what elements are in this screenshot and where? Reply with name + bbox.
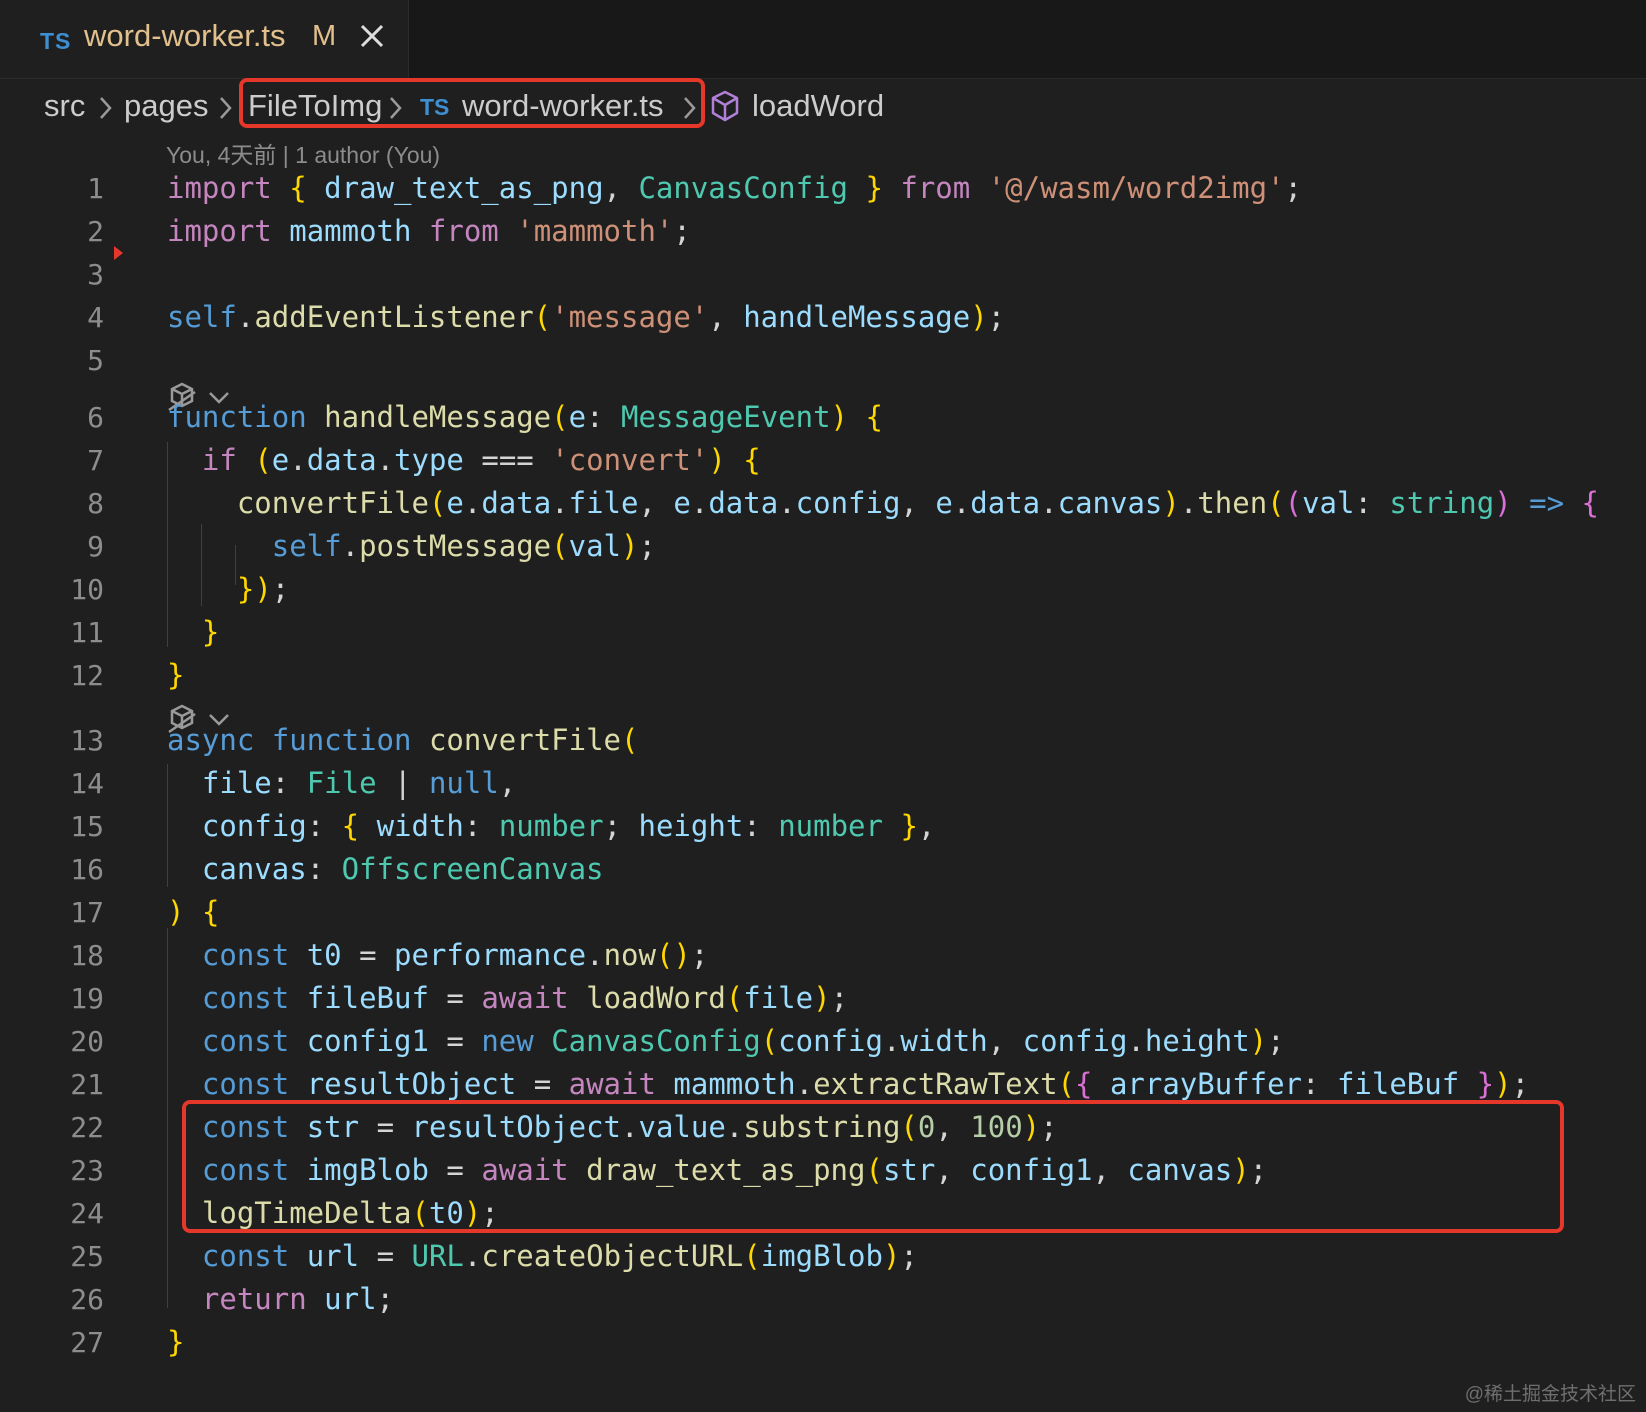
line-number: 7	[87, 444, 104, 477]
code-text[interactable]: if (e.data.type === 'convert') {	[167, 439, 761, 482]
line-number: 3	[87, 258, 104, 291]
code-text[interactable]: }	[167, 1321, 184, 1364]
breadcrumb-item-src[interactable]: src	[44, 88, 85, 124]
line-number: 2	[87, 215, 104, 248]
code-line[interactable]: 2 import mammoth from 'mammoth';	[0, 210, 1646, 253]
line-number: 10	[70, 573, 104, 606]
code-text[interactable]: file: File | null,	[167, 762, 516, 805]
method-cube-icon	[711, 90, 739, 122]
code-text[interactable]: convertFile(e.data.file, e.data.config, …	[167, 482, 1599, 525]
line-number: 27	[70, 1326, 104, 1359]
line-number: 16	[70, 853, 104, 886]
highlight-box-breadcrumb	[239, 78, 705, 128]
code-line[interactable]: 14 file: File | null,	[0, 762, 1646, 805]
line-number: 4	[87, 301, 104, 334]
git-blame-annotation[interactable]: You, 4天前 | 1 author (You)	[166, 136, 440, 170]
code-line[interactable]: 8 convertFile(e.data.file, e.data.config…	[0, 482, 1646, 525]
code-line[interactable]: 20 const config1 = new CanvasConfig(conf…	[0, 1020, 1646, 1063]
code-line[interactable]: 5	[0, 339, 1646, 382]
code-text[interactable]: self.addEventListener('message', handleM…	[167, 296, 1005, 339]
code-line[interactable]: 7 if (e.data.type === 'convert') {	[0, 439, 1646, 482]
code-line[interactable]: 25 const url = URL.createObjectURL(imgBl…	[0, 1235, 1646, 1278]
line-number: 24	[70, 1197, 104, 1230]
line-number: 23	[70, 1154, 104, 1187]
line-number: 26	[70, 1283, 104, 1316]
code-text[interactable]: const config1 = new CanvasConfig(config.…	[167, 1020, 1285, 1063]
code-line[interactable]: 1 import { draw_text_as_png, CanvasConfig…	[0, 167, 1646, 210]
line-number: 6	[87, 401, 104, 434]
close-icon[interactable]	[356, 20, 388, 52]
code-line[interactable]: 11 }	[0, 611, 1646, 654]
line-number: 12	[70, 659, 104, 692]
code-text[interactable]: });	[167, 568, 289, 611]
line-number: 11	[70, 616, 104, 649]
line-number: 9	[87, 530, 104, 563]
code-line[interactable]: 6 function handleMessage(e: MessageEvent)…	[0, 396, 1646, 439]
code-text[interactable]: async function convertFile(	[167, 719, 638, 762]
line-number: 20	[70, 1025, 104, 1058]
code-text[interactable]: }	[167, 611, 219, 654]
code-line[interactable]: 9 self.postMessage(val);	[0, 525, 1646, 568]
chevron-right-icon	[100, 97, 112, 119]
code-line[interactable]: 17 ) {	[0, 891, 1646, 934]
code-text[interactable]: import mammoth from 'mammoth';	[167, 210, 691, 253]
line-number: 1	[87, 172, 104, 205]
code-line[interactable]: 27}	[0, 1321, 1646, 1364]
code-line[interactable]: 13 async function convertFile(	[0, 719, 1646, 762]
code-line[interactable]: 12}	[0, 654, 1646, 697]
code-line[interactable]: 10 });	[0, 568, 1646, 611]
code-text[interactable]: self.postMessage(val);	[167, 525, 656, 568]
tab-word-worker[interactable]: TS word-worker.ts M	[0, 0, 409, 78]
code-line[interactable]: 26 return url;	[0, 1278, 1646, 1321]
code-line[interactable]: 18 const t0 = performance.now();	[0, 934, 1646, 977]
code-text[interactable]: function handleMessage(e: MessageEvent) …	[167, 396, 883, 439]
code-line[interactable]: 4 self.addEventListener('message', handle…	[0, 296, 1646, 339]
code-text[interactable]: return url;	[167, 1278, 394, 1321]
tab-bar: TS word-worker.ts M	[0, 0, 1646, 79]
line-number: 14	[70, 767, 104, 800]
code-text[interactable]: ) {	[167, 891, 219, 934]
line-number: 25	[70, 1240, 104, 1273]
line-number: 19	[70, 982, 104, 1015]
code-line[interactable]: 16 canvas: OffscreenCanvas	[0, 848, 1646, 891]
watermark: @稀土掘金技术社区	[1464, 1384, 1636, 1405]
code-line[interactable]: 15 config: { width: number; height: numb…	[0, 805, 1646, 848]
code-line[interactable]: 3	[0, 253, 1646, 296]
chevron-right-icon	[220, 97, 232, 119]
breadcrumb-item-pages[interactable]: pages	[124, 88, 208, 124]
code-text[interactable]: canvas: OffscreenCanvas	[167, 848, 604, 891]
code-text[interactable]: config: { width: number; height: number …	[167, 805, 935, 848]
code-text[interactable]: }	[167, 654, 184, 697]
code-text[interactable]: const fileBuf = await loadWord(file);	[167, 977, 848, 1020]
line-number: 8	[87, 487, 104, 520]
line-number: 13	[70, 724, 104, 757]
line-number: 5	[87, 344, 104, 377]
line-number: 17	[70, 896, 104, 929]
typescript-file-icon: TS	[40, 28, 72, 54]
line-number: 22	[70, 1111, 104, 1144]
line-number: 21	[70, 1068, 104, 1101]
modified-indicator: M	[312, 20, 337, 52]
code-text[interactable]: import { draw_text_as_png, CanvasConfig …	[167, 167, 1302, 210]
breadcrumb-item-loadword[interactable]: loadWord	[752, 88, 884, 124]
code-text[interactable]: const url = URL.createObjectURL(imgBlob)…	[167, 1235, 918, 1278]
code-line[interactable]: 19 const fileBuf = await loadWord(file);	[0, 977, 1646, 1020]
highlight-box-code	[182, 1100, 1564, 1233]
tab-filename: word-worker.ts	[84, 18, 286, 53]
line-number: 18	[70, 939, 104, 972]
code-text[interactable]: const t0 = performance.now();	[167, 934, 708, 977]
line-number: 15	[70, 810, 104, 843]
